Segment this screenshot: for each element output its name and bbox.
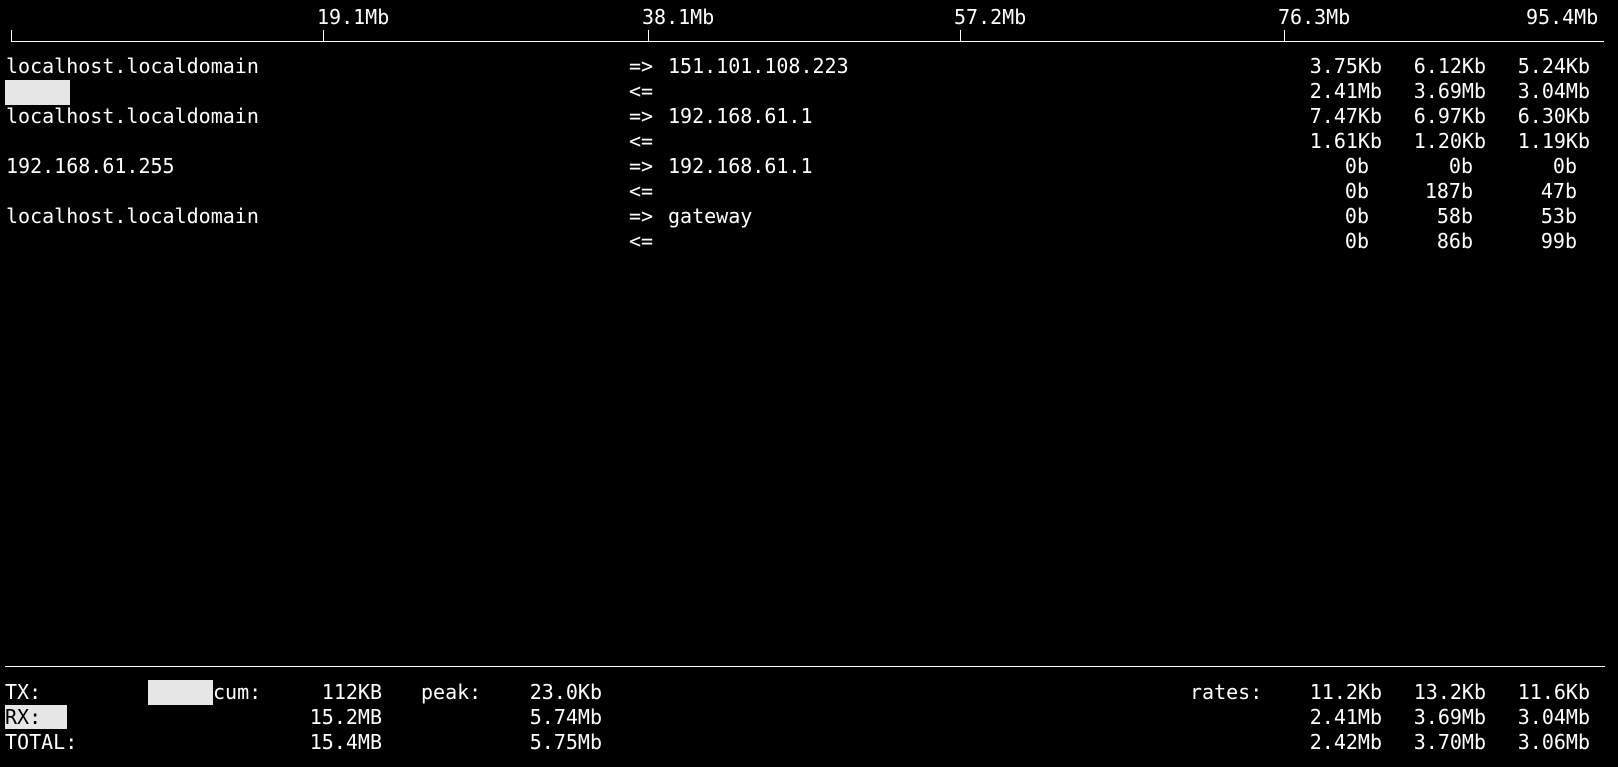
in-arrow: <= (629, 179, 654, 203)
scale-tick-label: 95.4Mb (1526, 5, 1599, 29)
total-label: TOTAL: (5, 730, 78, 754)
tx-peak: 23.0Kb (529, 680, 602, 704)
tx-label: TX: (5, 680, 42, 704)
rx-cumulative: 15.2MB (309, 705, 382, 729)
source-host: localhost.localdomain (6, 54, 259, 78)
tx-traffic-bar (148, 680, 213, 705)
scale-tick (1284, 30, 1285, 42)
out-arrow: => (629, 204, 654, 228)
rate-40s: 47b (1540, 179, 1577, 203)
destination-host: gateway (668, 204, 753, 228)
rate-40s: 6.30Kb (1517, 104, 1590, 128)
tx-rate-40s: 11.6Kb (1517, 680, 1590, 704)
in-arrow: <= (629, 229, 654, 253)
rx-label: RX: (5, 705, 68, 729)
scale-tick (648, 30, 649, 42)
scale-tick-label: 19.1Mb (317, 5, 390, 29)
total-rate-40s: 3.06Mb (1517, 730, 1590, 754)
rate-40s: 0b (1552, 154, 1577, 178)
out-arrow: => (629, 104, 654, 128)
in-arrow: <= (629, 79, 654, 103)
scale-tick-label: 76.3Mb (1278, 5, 1351, 29)
scale-axis-line (11, 41, 1604, 42)
rx-peak: 5.74Mb (529, 705, 602, 729)
source-host: localhost.localdomain (6, 104, 259, 128)
traffic-bar (5, 80, 70, 105)
scale-tick-label: 57.2Mb (954, 5, 1027, 29)
scale-tick (960, 30, 961, 42)
total-peak: 5.75Mb (529, 730, 602, 754)
rate-40s: 53b (1540, 204, 1577, 228)
destination-host: 151.101.108.223 (668, 54, 849, 78)
source-host: 192.168.61.255 (6, 154, 175, 178)
tx-cumulative: 112KB (321, 680, 382, 704)
rate-40s: 99b (1540, 229, 1577, 253)
total-cumulative: 15.4MB (309, 730, 382, 754)
scale-tick-label: 38.1Mb (642, 5, 715, 29)
rx-rate-40s: 3.04Mb (1517, 705, 1590, 729)
out-arrow: => (629, 154, 654, 178)
totals-separator (5, 666, 1605, 667)
scale-tick-origin (11, 30, 12, 42)
rate-40s: 3.04Mb (1517, 79, 1590, 103)
destination-host: 192.168.61.1 (668, 104, 813, 128)
destination-host: 192.168.61.1 (668, 154, 813, 178)
rate-40s: 5.24Kb (1517, 54, 1590, 78)
source-host: localhost.localdomain (6, 204, 259, 228)
out-arrow: => (629, 54, 654, 78)
in-arrow: <= (629, 129, 654, 153)
scale-tick (323, 30, 324, 42)
rate-40s: 1.19Kb (1517, 129, 1590, 153)
